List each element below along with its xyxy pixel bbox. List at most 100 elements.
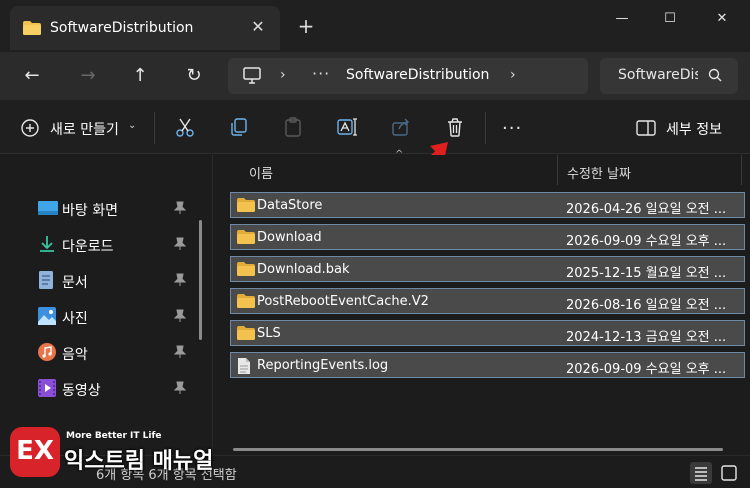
command-bar: 새로 만들기 ⌄ ··· 세부 정보 <box>0 100 750 154</box>
file-list: ^ 이름 수정한 날짜 DataStore 2026-04-26 일요일 오전 … <box>213 149 750 455</box>
watermark-name: 익스트림 매뉴얼 <box>64 449 214 474</box>
sidebar-item-documents[interactable]: 문서 <box>38 266 192 294</box>
text-file-icon <box>237 358 251 378</box>
folder-icon <box>237 198 255 216</box>
pin-icon[interactable] <box>173 345 187 363</box>
chevron-down-icon: ⌄ <box>128 120 137 131</box>
desktop-icon <box>38 199 58 217</box>
file-name: Download <box>257 230 322 245</box>
folder-icon <box>237 294 255 312</box>
new-tab-button[interactable]: + <box>294 14 318 38</box>
new-button-label: 새로 만들기 <box>50 122 119 138</box>
horizontal-scrollbar[interactable] <box>233 448 723 451</box>
divider <box>485 112 486 144</box>
chevron-right-icon[interactable]: › <box>280 67 286 83</box>
search-box[interactable]: SoftwareDistribution <box>600 58 738 94</box>
file-date: 2026-09-09 수요일 오후 ... <box>566 234 727 249</box>
pictures-icon <box>38 307 56 325</box>
copy-icon[interactable] <box>228 116 252 140</box>
divider <box>154 112 155 144</box>
column-divider[interactable] <box>741 155 742 185</box>
table-row[interactable]: Download 2026-09-09 수요일 오후 ... <box>230 224 745 250</box>
pin-icon[interactable] <box>173 309 187 327</box>
file-date: 2026-09-09 수요일 오후 ... <box>566 362 727 377</box>
breadcrumb-softwaredistribution[interactable]: SoftwareDistribution <box>346 67 489 83</box>
sidebar-item-pictures[interactable]: 사진 <box>38 302 192 330</box>
sidebar-item-label: 바탕 화면 <box>62 203 118 219</box>
file-name: ReportingEvents.log <box>257 358 389 373</box>
file-name: PostRebootEventCache.V2 <box>257 294 429 309</box>
table-row[interactable]: ReportingEvents.log 2026-09-09 수요일 오후 ..… <box>230 352 745 378</box>
details-button[interactable]: 세부 정보 <box>636 116 736 140</box>
sidebar-item-downloads[interactable]: 다운로드 <box>38 230 192 258</box>
folder-icon <box>237 230 255 248</box>
table-row[interactable]: Download.bak 2025-12-15 월요일 오전 ... <box>230 256 745 282</box>
pin-icon[interactable] <box>173 237 187 255</box>
forward-button[interactable]: → <box>74 62 102 90</box>
navigation-pane: 바탕 화면 다운로드 문서 사진 음악 동영상 <box>0 155 212 455</box>
sidebar-item-desktop[interactable]: 바탕 화면 <box>38 194 192 222</box>
document-icon <box>38 271 56 289</box>
tab-close-icon[interactable]: ✕ <box>246 15 270 39</box>
file-date: 2024-12-13 금요일 오전 ... <box>566 330 727 345</box>
title-bar: SoftwareDistribution ✕ + — ☐ ✕ <box>0 0 750 52</box>
plus-circle-icon <box>20 118 40 142</box>
details-view-icon[interactable] <box>690 462 712 484</box>
pin-icon[interactable] <box>173 201 187 219</box>
pin-icon[interactable] <box>173 273 187 291</box>
folder-icon <box>237 326 255 344</box>
search-input[interactable]: SoftwareDistribution <box>618 67 698 83</box>
sidebar-item-label: 사진 <box>62 311 88 327</box>
file-date: 2025-12-15 월요일 오전 ... <box>566 266 727 281</box>
computer-icon <box>242 67 262 89</box>
folder-icon <box>22 20 42 40</box>
tiles-view-icon[interactable] <box>718 462 740 484</box>
watermark-tagline: More Better IT Life <box>66 431 162 441</box>
cut-icon[interactable] <box>174 116 198 140</box>
back-button[interactable]: ← <box>18 62 46 90</box>
music-icon <box>38 343 56 361</box>
watermark-logo-text: EX <box>16 436 54 466</box>
paste-icon[interactable] <box>282 116 306 140</box>
maximize-button[interactable]: ☐ <box>650 6 690 32</box>
close-button[interactable]: ✕ <box>702 6 742 32</box>
table-row[interactable]: SLS 2024-12-13 금요일 오전 ... <box>230 320 745 346</box>
sidebar-scrollbar[interactable] <box>199 220 202 340</box>
tab-softwaredistribution[interactable]: SoftwareDistribution ✕ <box>10 6 280 50</box>
file-name: Download.bak <box>257 262 350 277</box>
sidebar-item-label: 문서 <box>62 275 88 291</box>
sidebar-item-videos[interactable]: 동영상 <box>38 374 192 402</box>
sidebar-item-label: 동영상 <box>62 383 101 399</box>
details-label: 세부 정보 <box>666 122 722 138</box>
tab-title: SoftwareDistribution <box>50 20 194 36</box>
column-header-date-modified[interactable]: 수정한 날짜 <box>567 163 631 182</box>
sort-ascending-icon: ^ <box>395 149 404 160</box>
download-icon <box>38 235 56 253</box>
column-divider[interactable] <box>557 155 558 185</box>
delete-icon[interactable] <box>444 116 468 140</box>
column-header-name[interactable]: 이름 <box>249 163 273 182</box>
share-icon[interactable] <box>390 116 414 140</box>
watermark-logo: EX <box>10 427 60 477</box>
pin-icon[interactable] <box>173 381 187 399</box>
address-more-button[interactable]: ··· <box>312 64 330 83</box>
table-row[interactable]: DataStore 2026-04-26 일요일 오전 ... <box>230 192 745 218</box>
folder-icon <box>237 262 255 280</box>
file-date: 2026-08-16 일요일 오전 ... <box>566 298 727 313</box>
up-button[interactable]: ↑ <box>126 62 154 90</box>
navigation-bar: ← → ↑ ↻ › ··· SoftwareDistribution › Sof… <box>0 52 750 100</box>
chevron-right-icon[interactable]: › <box>510 67 516 83</box>
rename-icon[interactable] <box>336 116 360 140</box>
sidebar-item-music[interactable]: 음악 <box>38 338 192 366</box>
more-options-button[interactable]: ··· <box>502 118 522 139</box>
sidebar-item-label: 음악 <box>62 347 88 363</box>
search-icon <box>708 68 722 86</box>
file-name: DataStore <box>257 198 323 213</box>
table-row[interactable]: PostRebootEventCache.V2 2026-08-16 일요일 오… <box>230 288 745 314</box>
minimize-button[interactable]: — <box>602 6 642 32</box>
file-name: SLS <box>257 326 281 341</box>
address-bar[interactable]: › ··· SoftwareDistribution › <box>228 58 588 94</box>
video-icon <box>38 379 56 397</box>
refresh-button[interactable]: ↻ <box>180 62 208 90</box>
details-pane-icon <box>636 120 656 140</box>
